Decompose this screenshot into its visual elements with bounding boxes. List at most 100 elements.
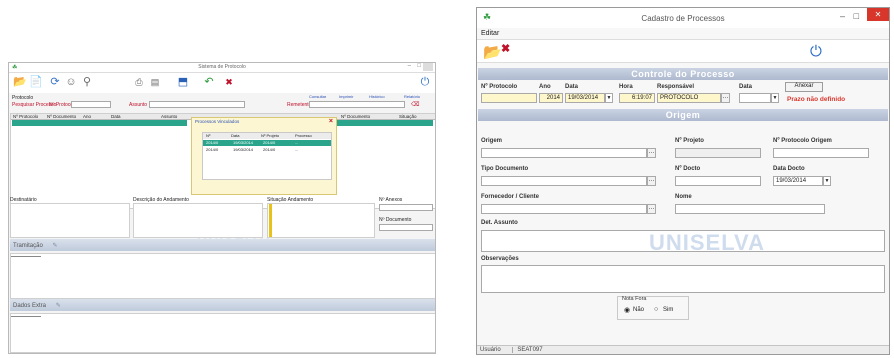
selected-row-end[interactable]: [325, 120, 433, 126]
col-data[interactable]: Data: [111, 114, 121, 119]
delete-icon[interactable]: ✖: [223, 76, 235, 88]
dados-extra-panel[interactable]: [10, 313, 435, 353]
ano-label: Ano: [539, 84, 551, 90]
data-input[interactable]: 19/03/2014: [565, 93, 605, 103]
popup-cell: 2014/0: [206, 140, 219, 145]
dados-extra-tab[interactable]: [11, 313, 41, 317]
docto-input[interactable]: [675, 176, 761, 186]
documento-input[interactable]: [379, 224, 433, 231]
data-docto-dropdown-icon[interactable]: ▼: [823, 176, 831, 186]
data-dropdown-icon[interactable]: ▼: [605, 93, 613, 103]
anexar-button[interactable]: Anexar: [785, 82, 823, 92]
link-relatorio[interactable]: Relatório: [404, 94, 420, 99]
dados-extra-label: Dados Extra: [13, 303, 47, 309]
protocolo-origem-input[interactable]: [773, 148, 869, 158]
protocol-number-input[interactable]: [71, 101, 111, 108]
observacoes-label: Observações: [481, 256, 519, 262]
col-ano[interactable]: Ano: [83, 114, 91, 119]
window-title: Sistema de Protocolo: [198, 64, 246, 70]
docto-label: Nº Docto: [675, 166, 701, 172]
selected-row[interactable]: [12, 120, 187, 126]
radio-nao-icon[interactable]: ◉: [624, 306, 630, 314]
responsavel-lookup-button[interactable]: …: [721, 93, 730, 103]
radio-nao-label: Não: [633, 307, 645, 313]
tramitacao-bar: Tramitação ✎: [10, 239, 435, 251]
popup-col-n: Nº: [206, 133, 211, 138]
anexos-input[interactable]: [379, 204, 433, 211]
data2-label: Data: [739, 84, 753, 90]
maximize-icon-2[interactable]: □: [854, 11, 859, 21]
close-button-2[interactable]: ✕: [867, 8, 889, 21]
responsavel-input[interactable]: PROTOCOLO: [657, 93, 721, 103]
protocolo-label: Nº Protocolo: [481, 84, 518, 90]
origem-header: Origem: [478, 109, 888, 121]
popup-close-icon[interactable]: ×: [329, 118, 333, 125]
power-icon-2[interactable]: ⏻: [810, 43, 822, 60]
pencil-icon[interactable]: ✎: [52, 243, 57, 249]
tipo-documento-input[interactable]: [481, 176, 647, 186]
ano-input[interactable]: 2014: [539, 93, 563, 103]
origem-lookup-button[interactable]: …: [647, 148, 656, 158]
projeto-label: Nº Projeto: [675, 138, 704, 144]
col-protocolo[interactable]: Nº Protocolo: [13, 114, 38, 119]
subject-input[interactable]: [149, 101, 245, 108]
back-arrow-icon[interactable]: ↶: [203, 76, 215, 88]
tramitacao-panel[interactable]: [10, 253, 435, 299]
radio-sim-icon[interactable]: ○: [654, 306, 658, 313]
popup-row-2[interactable]: 2014/0 19/03/2014 2014/0 ...: [203, 147, 331, 153]
print-icon[interactable]: ⎙: [133, 76, 145, 88]
pencil-icon-2[interactable]: ✎: [56, 303, 61, 309]
col-situacao[interactable]: Situação: [399, 114, 417, 119]
popup-row-1[interactable]: 2014/0 19/03/2014 2014/0 ...: [203, 140, 331, 146]
delete-icon-2[interactable]: ✖: [501, 42, 510, 55]
new-document-icon[interactable]: 📄: [29, 76, 43, 88]
nota-label: Nota Fora: [622, 296, 647, 302]
tramitacao-label: Tramitação: [13, 243, 43, 249]
tramitacao-tab[interactable]: [11, 253, 41, 257]
nome-input[interactable]: [675, 204, 825, 214]
fornecedor-input[interactable]: [481, 204, 647, 214]
fornecedor-lookup-button[interactable]: …: [647, 204, 656, 214]
destinatario-box[interactable]: [10, 203, 130, 238]
data-docto-input[interactable]: 19/03/2014: [773, 176, 823, 186]
maximize-icon[interactable]: □: [417, 63, 421, 69]
descricao-box[interactable]: [133, 203, 263, 238]
prazo-status: Prazo não definido: [787, 96, 846, 103]
link-consultar[interactable]: Consultar: [309, 94, 326, 99]
data2-input[interactable]: [739, 93, 771, 103]
open-folder-icon[interactable]: 📂: [13, 76, 27, 88]
data2-dropdown-icon[interactable]: ▼: [771, 93, 779, 103]
clear-filter-icon[interactable]: ⌫: [411, 101, 419, 108]
origem-input[interactable]: [481, 148, 647, 158]
menu-editar[interactable]: Editar: [481, 30, 499, 37]
window-title-2: Cadastro de Processos: [641, 14, 725, 23]
uniselva-watermark-2: UNISELVA: [649, 230, 765, 255]
col-documento[interactable]: Nº Documento: [47, 114, 76, 119]
col-assunto[interactable]: Assunto: [161, 114, 177, 119]
link-imprimir[interactable]: Imprimir: [339, 94, 353, 99]
export-icon[interactable]: ⬒: [177, 76, 189, 88]
users-icon[interactable]: ☺: [65, 76, 77, 88]
protocolo-input[interactable]: [481, 93, 537, 103]
menu-protocolo[interactable]: Protocolo: [12, 95, 33, 101]
process-register-window: ☘ Cadastro de Processos – □ ✕ Editar 📂 ✖…: [476, 7, 890, 355]
popup-cell: 19/03/2014: [233, 147, 254, 152]
toolbar-2: 📂 ✖ ⏻: [477, 39, 889, 63]
refresh-icon[interactable]: ⟳: [49, 76, 61, 88]
close-icon[interactable]: [423, 63, 433, 71]
tipo-documento-lookup-button[interactable]: …: [647, 176, 656, 186]
link-historico[interactable]: Histórico: [369, 94, 385, 99]
minimize-icon-2[interactable]: –: [840, 11, 845, 21]
projeto-input[interactable]: [675, 148, 761, 158]
title-bar: ☘ Sistema de Protocolo – □: [9, 63, 435, 73]
power-icon[interactable]: ⏻: [419, 76, 431, 88]
hora-input[interactable]: 6:19:07: [619, 93, 655, 103]
report-icon[interactable]: ▤: [149, 76, 161, 88]
sender-input[interactable]: [309, 101, 405, 108]
observacoes-textarea[interactable]: [481, 265, 885, 293]
search-icon[interactable]: ⚲: [81, 76, 93, 88]
situacao-box[interactable]: [267, 203, 375, 238]
minimize-icon[interactable]: –: [408, 63, 411, 69]
open-folder-icon-2[interactable]: 📂: [483, 43, 502, 61]
col-documento-2[interactable]: Nº Documento: [341, 114, 370, 119]
